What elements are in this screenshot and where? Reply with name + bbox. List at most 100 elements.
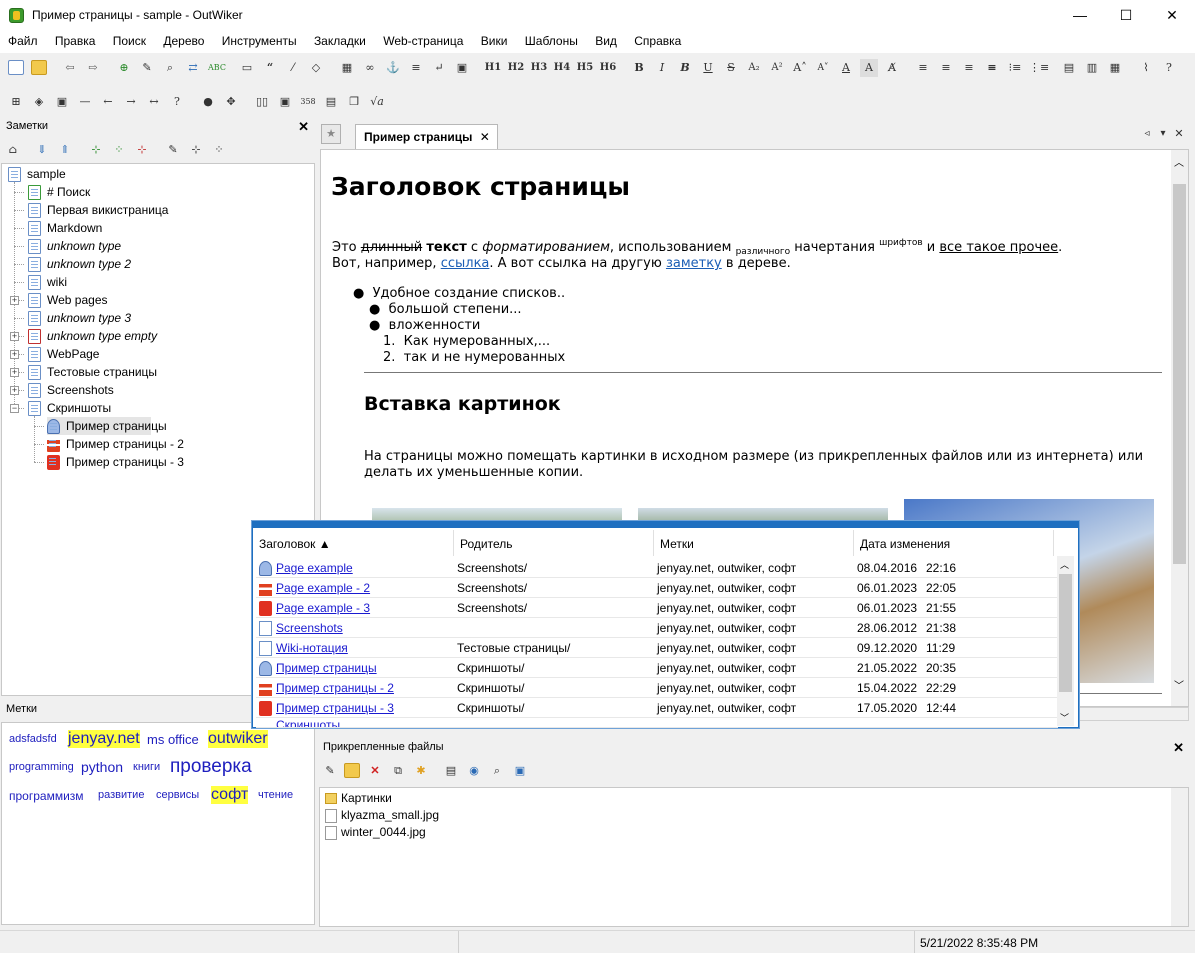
notes-panel-close-icon[interactable]: ✕ — [298, 119, 309, 135]
spellcheck-icon[interactable]: ABC — [208, 59, 226, 77]
expand-toggle[interactable]: + — [10, 386, 19, 395]
forward-arrow-icon[interactable]: ⇨ — [84, 59, 102, 77]
expand-toggle[interactable]: + — [10, 332, 19, 341]
horizontal-rule-icon[interactable]: ≡ — [407, 59, 425, 77]
row-title-link[interactable]: Page example - 2 — [276, 581, 370, 595]
image-icon[interactable]: ▣ — [453, 59, 471, 77]
row-title-link[interactable]: Screenshots — [276, 621, 343, 635]
numbered-list-icon[interactable]: ⋮≡ — [1029, 59, 1049, 77]
search-icon[interactable]: ⌕ — [161, 59, 179, 77]
window-icon[interactable]: ▣ — [53, 93, 71, 111]
font-color-icon[interactable]: A — [837, 59, 855, 77]
close-window-button[interactable]: ✕ — [1149, 0, 1195, 31]
open-icon[interactable]: ✱ — [412, 762, 430, 780]
h4-button[interactable]: H4 — [553, 59, 571, 77]
align-right-icon[interactable]: ≡ — [960, 59, 978, 77]
row-title-link[interactable]: Пример страницы — [276, 661, 377, 675]
subscript-icon[interactable]: A₂ — [745, 59, 763, 77]
math-icon[interactable]: √a — [368, 93, 386, 111]
attach-icon[interactable]: ✎ — [138, 59, 156, 77]
scroll-up-icon[interactable]: ︿ — [1060, 558, 1069, 571]
attachments-close-icon[interactable]: ✕ — [1173, 740, 1184, 756]
attachment-file[interactable]: klyazma_small.jpg — [325, 807, 439, 824]
go-home-icon[interactable]: ⌂ — [4, 141, 22, 159]
table-row[interactable]: Page example - 3 Screenshots/jenyay.net, … — [256, 598, 1058, 618]
folder-view-icon[interactable]: ▣ — [511, 762, 529, 780]
back-arrow-icon[interactable]: ⇦ — [61, 59, 79, 77]
menu-search[interactable]: Поиск — [113, 31, 146, 48]
tag[interactable]: книги — [133, 761, 160, 773]
tab-close-all-icon[interactable]: ✕ — [1170, 125, 1188, 143]
collapse-icon[interactable]: ⊹ — [187, 141, 205, 159]
popup-scrollbar[interactable]: ︿ ﹀ — [1057, 556, 1074, 726]
table-row[interactable]: Пример страницы - 2 Скриншоты/jenyay.net,… — [256, 678, 1058, 698]
graph-icon[interactable]: ⌇ — [1137, 59, 1155, 77]
scroll-thumb[interactable] — [1059, 574, 1072, 692]
row-title-link[interactable]: Пример страницы - 3 — [276, 701, 394, 715]
tag[interactable]: проверка — [170, 756, 252, 778]
column-header-date[interactable]: Дата изменения — [854, 530, 1054, 556]
execute-icon[interactable]: ◉ — [465, 762, 483, 780]
superscript-icon[interactable]: A² — [768, 59, 786, 77]
table-row[interactable]: Пример страницы - 3 Скриншоты/jenyay.net,… — [256, 698, 1058, 718]
pen-icon[interactable]: ⁄ — [284, 59, 302, 77]
link-zametku[interactable]: заметку — [666, 256, 722, 271]
h6-button[interactable]: H6 — [599, 59, 617, 77]
align-justify-icon[interactable]: ≡ — [983, 59, 1001, 77]
strikethrough-icon[interactable]: S — [722, 59, 740, 77]
attachment-folder[interactable]: Картинки — [325, 790, 392, 807]
menu-templates[interactable]: Шаблоны — [525, 31, 578, 48]
font-smaller-icon[interactable]: A˅ — [814, 59, 832, 77]
new-page-icon[interactable] — [8, 60, 24, 75]
align-left-icon[interactable]: ≡ — [914, 59, 932, 77]
paste-link-icon[interactable]: ⧉ — [389, 762, 407, 780]
add-sibling-icon[interactable]: ⊹ — [87, 141, 105, 159]
scroll-thumb[interactable] — [1173, 184, 1186, 564]
clipboard-icon[interactable]: ▤ — [442, 762, 460, 780]
menu-tools[interactable]: Инструменты — [222, 31, 297, 48]
tab-primer-stranicy[interactable]: Пример страницы ✕ — [355, 124, 498, 149]
menu-edit[interactable]: Правка — [55, 31, 96, 48]
question-icon[interactable]: ? — [168, 93, 186, 111]
move-icon[interactable]: ✥ — [222, 93, 240, 111]
attach-file-icon[interactable]: ✎ — [321, 762, 339, 780]
tree-icon[interactable]: ⊞ — [7, 93, 25, 111]
html-view-icon[interactable]: ▥ — [1083, 59, 1101, 77]
menu-help[interactable]: Справка — [634, 31, 681, 48]
table-row[interactable]: Wiki-нотация Тестовые страницы/jenyay.net… — [256, 638, 1058, 658]
tag-icon[interactable]: ◈ — [30, 93, 48, 111]
bold-italic-icon[interactable]: B — [676, 59, 694, 77]
italic-icon[interactable]: I — [653, 59, 671, 77]
column-header-parent[interactable]: Родитель — [454, 530, 654, 556]
menu-wiki[interactable]: Вики — [481, 31, 508, 48]
bullet-list-icon[interactable]: ⁝≡ — [1006, 59, 1024, 77]
delete-icon[interactable]: ✕ — [366, 762, 384, 780]
add-folder-icon[interactable] — [344, 763, 360, 778]
note-icon[interactable]: ▤ — [322, 93, 340, 111]
book-icon[interactable]: ▯▯ — [253, 93, 271, 111]
menu-view[interactable]: Вид — [595, 31, 617, 48]
code-view-icon[interactable]: ▦ — [1106, 59, 1124, 77]
tag[interactable]: сервисы — [156, 789, 199, 801]
help-icon[interactable]: ? — [1160, 59, 1178, 77]
row-title-link[interactable]: Пример страницы - 2 — [276, 681, 394, 695]
edit-page-icon[interactable]: ✎ — [164, 141, 182, 159]
maximize-button[interactable]: ☐ — [1103, 0, 1149, 31]
open-folder-icon[interactable] — [31, 60, 47, 75]
expand-icon[interactable]: ⁘ — [210, 141, 228, 159]
menu-file[interactable]: Файл — [8, 31, 38, 48]
arrow-both-icon[interactable]: ↔ — [145, 93, 163, 111]
move-up-icon[interactable]: ⇑ — [56, 141, 74, 159]
clear-format-icon[interactable]: A̸ — [883, 59, 901, 77]
tag[interactable]: программизм — [9, 789, 84, 803]
row-title-link[interactable]: Wiki-нотация — [276, 641, 348, 655]
add-child-icon[interactable]: ⁘ — [110, 141, 128, 159]
table-row[interactable]: Screenshots jenyay.net, outwiker, софт 28.… — [256, 618, 1058, 638]
row-title-link[interactable]: Page example - 3 — [276, 601, 370, 615]
h3-button[interactable]: H3 — [530, 59, 548, 77]
menu-bookmarks[interactable]: Закладки — [314, 31, 366, 48]
table-row[interactable]: Пример страницы Скриншоты/jenyay.net, out… — [256, 658, 1058, 678]
tag[interactable]: чтение — [258, 789, 293, 801]
scroll-down-icon[interactable]: ﹀ — [1174, 677, 1184, 692]
scroll-down-icon[interactable]: ﹀ — [1060, 711, 1069, 724]
